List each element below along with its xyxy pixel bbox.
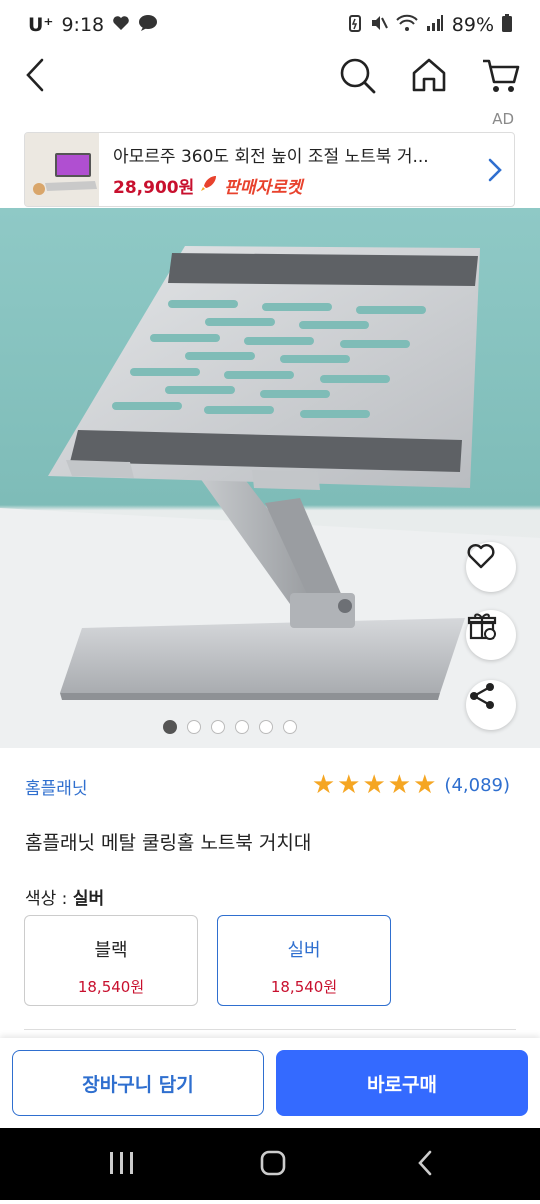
product-image[interactable] [0,208,540,748]
add-to-cart-button[interactable]: 장바구니 담기 [12,1050,264,1116]
carousel-dot[interactable] [187,720,201,734]
carousel-dot[interactable] [235,720,249,734]
star-icon: ★ [311,770,336,800]
battery-icon [502,13,512,37]
ad-price: 28,900원 [113,177,195,198]
heart-icon [467,544,495,569]
option-label-prefix: 색상 : [25,889,73,909]
home-nav-icon[interactable] [260,1150,286,1176]
star-icon: ★ [387,770,412,800]
laptop-stand-illustration [0,246,540,748]
option-price: 18,540원 [77,978,145,996]
carousel-dot[interactable] [163,720,177,734]
search-button[interactable] [336,54,378,96]
mute-icon [370,14,388,37]
rating[interactable]: ★ ★ ★ ★ ★ (4,089) [312,772,510,798]
ad-thumbnail [25,133,99,206]
wifi-icon [396,14,418,37]
option-name: 실버 [287,940,321,961]
share-icon [470,683,494,709]
ad-banner[interactable]: 아모르주 360도 회전 높이 조절 노트북 거... 28,900원 판매자로… [24,132,515,207]
status-right: 89% [348,13,512,37]
buy-now-button[interactable]: 바로구매 [276,1050,528,1116]
battery-percent: 89% [451,14,494,36]
status-bar: U⁺ 9:18 89% [0,0,540,50]
review-count[interactable]: (4,089) [444,775,510,796]
carrier-label: U⁺ [28,14,54,36]
rocket-icon [200,174,218,196]
home-button[interactable] [408,54,450,96]
option-selected-value: 실버 [72,889,105,909]
system-nav-bar [0,1128,540,1200]
ad-price-row: 28,900원 판매자로켓 [113,173,478,198]
ad-text: 아모르주 360도 회전 높이 조절 노트북 거... 28,900원 판매자로… [99,142,478,198]
chevron-left-icon [26,58,44,92]
top-nav [0,50,540,100]
star-icon: ★ [362,770,386,800]
cart-button[interactable] [480,54,522,96]
ad-title: 아모르주 360도 회전 높이 조절 노트북 거... [113,146,429,167]
divider [24,1029,516,1030]
chat-status-icon [138,14,158,37]
seller-rocket-badge: 판매자로켓 [224,177,303,198]
option-black[interactable]: 블랙 18,540원 [24,915,198,1006]
brand-link[interactable]: 홈플래닛 [25,774,88,799]
ad-open-button[interactable] [478,150,514,190]
wishlist-button[interactable] [466,542,516,592]
gift-icon [467,613,497,640]
heart-status-icon [112,14,130,36]
carousel-dot[interactable] [211,720,225,734]
status-left: U⁺ 9:18 [28,14,158,37]
signal-icon [426,14,444,37]
clock: 9:18 [61,14,105,36]
ad-tag: AD [492,110,514,128]
battery-saver-icon [348,14,362,37]
chevron-right-icon [488,158,502,181]
star-icon: ★ [337,770,361,800]
search-icon [340,58,376,94]
product-title: 홈플래닛 메탈 쿨링홀 노트북 거치대 [25,832,312,854]
option-price: 18,540원 [270,978,338,996]
option-label: 색상 : 실버 [25,884,104,909]
gift-button[interactable] [466,610,516,660]
cart-icon [483,59,520,92]
recent-apps-icon[interactable] [110,1152,133,1174]
back-button[interactable] [18,54,58,96]
carousel-dot[interactable] [259,720,273,734]
back-nav-icon[interactable] [418,1150,432,1176]
option-name: 블랙 [94,940,128,961]
option-silver[interactable]: 실버 18,540원 [217,915,391,1006]
carousel-dot[interactable] [283,720,297,734]
home-icon [412,58,446,92]
carousel-indicator [0,720,540,734]
star-icon: ★ [413,770,437,800]
